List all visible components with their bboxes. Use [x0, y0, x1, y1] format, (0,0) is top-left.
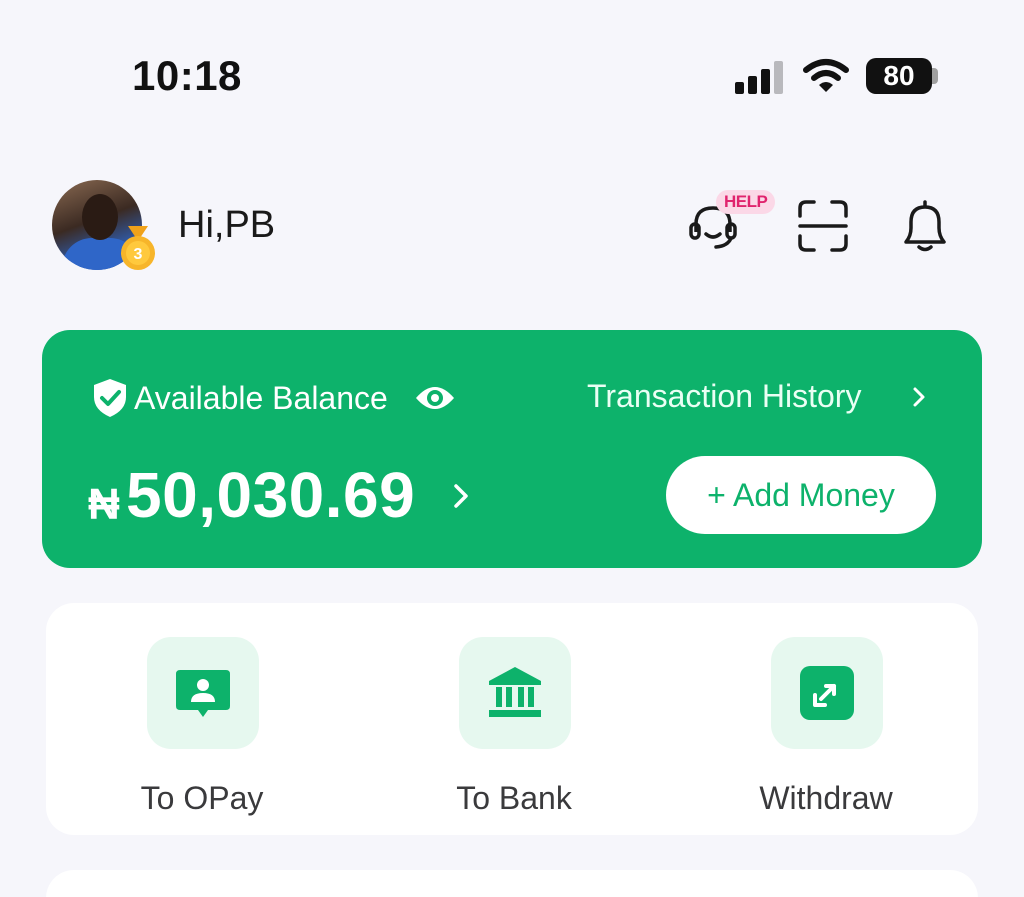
action-to-bank[interactable]: To Bank [404, 637, 624, 827]
status-bar: 10:18 80 [0, 0, 1024, 150]
available-balance-label: Available Balance [134, 380, 388, 416]
action-label: To Bank [456, 780, 572, 816]
greeting: Hi,PB [178, 204, 276, 246]
battery-icon: 80 [866, 58, 940, 94]
shield-check-icon [94, 379, 126, 417]
home-header: 3 Hi,PB HELP [0, 170, 1024, 280]
withdraw-icon [800, 666, 854, 720]
eye-visibility-toggle-icon[interactable] [414, 382, 456, 414]
action-label: To OPay [140, 780, 264, 816]
svg-text:3: 3 [134, 246, 143, 263]
next-section-card [46, 870, 978, 897]
action-tile[interactable] [771, 637, 883, 749]
cellular-signal-icon [735, 61, 783, 94]
add-money-button[interactable]: + Add Money [666, 456, 936, 534]
help-badge[interactable]: HELP [716, 190, 776, 214]
status-time: 10:18 [132, 52, 242, 99]
transaction-history-link[interactable]: Transaction History [587, 378, 861, 415]
chevron-right-icon[interactable] [910, 382, 930, 412]
balance-amount[interactable]: 50,030.69 [126, 458, 415, 532]
action-tile[interactable] [459, 637, 571, 749]
action-label: Withdraw [759, 780, 893, 816]
chevron-right-icon[interactable] [450, 478, 474, 514]
currency-symbol: ₦ [88, 480, 120, 529]
quick-actions-card: To OPay To Bank Withdraw [46, 603, 978, 835]
action-tile[interactable] [147, 637, 259, 749]
wifi-icon [803, 59, 849, 92]
balance-card: Available Balance Transaction History ₦ … [42, 330, 982, 568]
medal-icon: 3 [121, 226, 155, 270]
user-card-icon [176, 670, 230, 717]
scan-icon[interactable] [796, 198, 850, 254]
battery-level: 80 [866, 58, 932, 94]
action-withdraw[interactable]: Withdraw [716, 637, 936, 827]
notification-bell-icon[interactable] [898, 198, 952, 254]
bank-icon [489, 667, 541, 717]
action-to-opay[interactable]: To OPay [92, 637, 312, 827]
